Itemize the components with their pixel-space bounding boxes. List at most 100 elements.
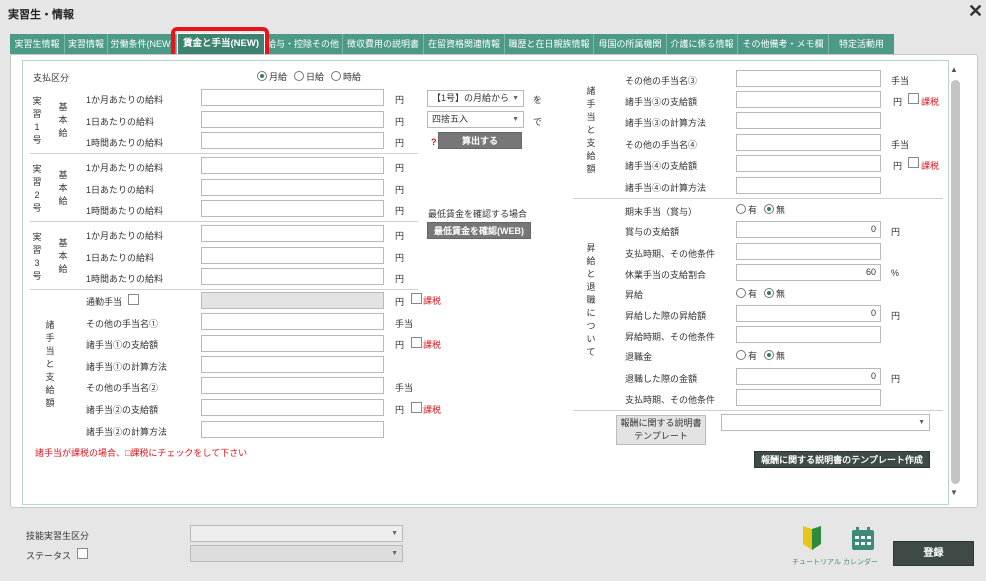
g1-hour-unit: 円 [395, 138, 405, 148]
create-template-button[interactable]: 報酬に関する説明書のテンプレート作成 [754, 451, 930, 468]
g1-day-input[interactable] [201, 111, 384, 128]
chevron-down-icon: ▼ [918, 419, 925, 426]
tab-training-info[interactable]: 実習情報 [65, 34, 108, 54]
calendar-icon[interactable] [850, 526, 876, 552]
status-checkbox[interactable] [77, 548, 88, 559]
g2-hour-input[interactable] [201, 200, 384, 217]
g3-day-input[interactable] [201, 247, 384, 264]
retire-timing-label: 支払時期、その他条件 [625, 395, 716, 405]
tab-career-relatives[interactable]: 職歴と在日親族情報 [505, 34, 594, 54]
tab-memo[interactable]: その他備考・メモ欄 [738, 34, 829, 54]
trainee-kubun-label: 技能実習生区分 [26, 531, 90, 541]
window-title-bar [0, 0, 986, 26]
scrollbar-thumb[interactable] [951, 80, 960, 484]
retire-yes-label: 有 [748, 351, 758, 361]
window-title: 実習生・情報 [8, 9, 74, 21]
pay-daily-radio[interactable] [294, 71, 304, 81]
pay-daily-label: 日給 [306, 72, 325, 82]
template-select[interactable]: ▼ [721, 414, 930, 431]
bonus-yes-radio[interactable] [736, 204, 746, 214]
g1-month-input[interactable] [201, 89, 384, 106]
commute-checkbox[interactable] [128, 294, 139, 305]
allow1-name-label: その他の手当名① [86, 319, 159, 329]
retire-amount-input[interactable]: 0 [736, 368, 881, 385]
raise-amount-input[interactable]: 0 [736, 305, 881, 322]
tab-specified-activity[interactable]: 特定活動用 [829, 34, 894, 54]
scroll-down-icon[interactable]: ▼ [950, 488, 958, 497]
commute-tax-checkbox[interactable] [411, 293, 422, 304]
raise-no-radio[interactable] [764, 288, 774, 298]
beginner-mark-icon[interactable] [800, 526, 824, 552]
status-select[interactable]: ▼ [190, 545, 403, 562]
leave-rate-label: 休業手当の支給割合 [625, 270, 707, 280]
chevron-down-icon: ▼ [391, 530, 398, 537]
allow4-amount-input[interactable] [736, 155, 881, 172]
tax-note: 諸手当が課税の場合、□課税にチェックをして下さい [35, 448, 248, 458]
allow3-tax-checkbox[interactable] [908, 93, 919, 104]
g1-month-unit: 円 [395, 95, 405, 105]
tab-care-info[interactable]: 介護に係る情報 [667, 34, 738, 54]
g2-month-input[interactable] [201, 157, 384, 174]
g2-hour-unit: 円 [395, 206, 405, 216]
allow4-tax-checkbox[interactable] [908, 157, 919, 168]
register-button[interactable]: 登録 [893, 541, 974, 566]
allow1-amount-input[interactable] [201, 335, 384, 352]
allow4-tax-label: 課税 [921, 161, 940, 171]
g3-month-input[interactable] [201, 225, 384, 242]
divider [30, 289, 418, 290]
bonus-timing-input[interactable] [736, 243, 881, 260]
calendar-label: カレンダー [843, 559, 878, 566]
divider [30, 153, 418, 154]
leave-rate-input[interactable]: 60 [736, 264, 881, 281]
allow3-method-input[interactable] [736, 112, 881, 129]
close-icon[interactable]: ✕ [968, 1, 983, 21]
g1-day-unit: 円 [395, 117, 405, 127]
allow1-method-input[interactable] [201, 356, 384, 373]
pay-monthly-radio[interactable] [257, 71, 267, 81]
allow2-amount-input[interactable] [201, 399, 384, 416]
allow2-method-input[interactable] [201, 421, 384, 438]
allow2-tax-checkbox[interactable] [411, 402, 422, 413]
trainee-kubun-select[interactable]: ▼ [190, 525, 403, 542]
raise-timing-input[interactable] [736, 326, 881, 343]
tab-salary-deduction[interactable]: 給与・控除その他 [264, 34, 343, 54]
bonus-amount-input[interactable]: 0 [736, 221, 881, 238]
calc-rounding-select[interactable]: 四捨五入 ▼ [427, 111, 524, 128]
allow3-name-input[interactable] [736, 70, 881, 87]
tutorial-label: チュートリアル [792, 559, 841, 566]
allow4-amount-unit: 円 [893, 161, 903, 171]
calculate-button[interactable]: 算出する [438, 132, 522, 149]
minwage-button[interactable]: 最低賃金を確認(WEB) [427, 222, 531, 239]
tab-working-conditions[interactable]: 労働条件(NEW) [108, 34, 177, 54]
divider [573, 198, 943, 199]
retire-timing-input[interactable] [736, 389, 881, 406]
pay-hourly-radio[interactable] [331, 71, 341, 81]
retire-yes-radio[interactable] [736, 350, 746, 360]
allow4-method-input[interactable] [736, 177, 881, 194]
tab-bar: 実習生情報 実習情報 労働条件(NEW) 賃金と手当(NEW) 給与・控除その他… [10, 33, 894, 55]
help-icon[interactable]: ? [431, 137, 437, 147]
allow1-name-input[interactable] [201, 313, 384, 330]
allow1-tax-checkbox[interactable] [411, 337, 422, 348]
commute-input[interactable] [201, 292, 384, 309]
tab-residence-status[interactable]: 在留資格関連情報 [424, 34, 505, 54]
raise-label: 昇給 [625, 290, 644, 300]
bonus-timing-label: 支払時期、その他条件 [625, 249, 716, 259]
g1-hour-input[interactable] [201, 132, 384, 149]
allow2-name-input[interactable] [201, 377, 384, 394]
allow3-amount-input[interactable] [736, 91, 881, 108]
pay-monthly-label: 月給 [269, 72, 288, 82]
allow4-name-input[interactable] [736, 134, 881, 151]
raise-yes-radio[interactable] [736, 288, 746, 298]
g3-hour-input[interactable] [201, 268, 384, 285]
allowance-left-label: 諸手当と支給額 [45, 320, 55, 408]
scroll-up-icon[interactable]: ▲ [950, 65, 958, 74]
g2-day-input[interactable] [201, 179, 384, 196]
calc-source-select[interactable]: 【1号】の月給から ▼ [427, 90, 524, 107]
retire-no-radio[interactable] [764, 350, 774, 360]
allow3-amount-label: 諸手当③の支給額 [625, 97, 698, 107]
tab-home-organization[interactable]: 母国の所属機関 [594, 34, 667, 54]
bonus-no-radio[interactable] [764, 204, 774, 214]
tab-trainee-info[interactable]: 実習生情報 [10, 34, 65, 54]
tab-fee-explanation[interactable]: 徴収費用の説明書 [343, 34, 424, 54]
